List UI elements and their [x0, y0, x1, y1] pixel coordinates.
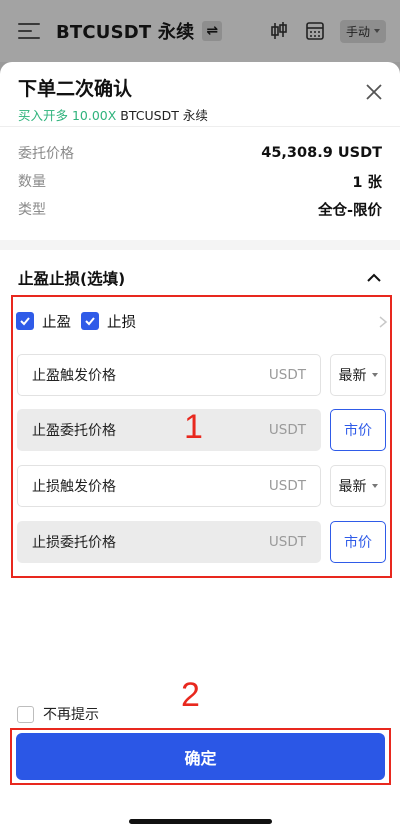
- tp-market-price-button[interactable]: 市价: [330, 409, 386, 451]
- sl-trigger-type-select[interactable]: 最新: [330, 465, 386, 507]
- info-key: 类型: [18, 202, 46, 218]
- field-placeholder: 止盈委托价格: [32, 423, 116, 439]
- field-placeholder: 止损委托价格: [32, 535, 116, 551]
- field-unit: USDT: [268, 367, 306, 383]
- calculator-icon[interactable]: [304, 20, 326, 42]
- field-placeholder: 止损触发价格: [32, 479, 116, 495]
- no-reminder-label[interactable]: 不再提示: [43, 704, 99, 724]
- chevron-right-icon[interactable]: [378, 314, 388, 328]
- no-reminder-option[interactable]: 不再提示: [17, 704, 99, 724]
- swap-icon[interactable]: ⇌: [202, 21, 223, 41]
- chevron-up-icon[interactable]: [366, 270, 382, 286]
- tp-checkbox-label[interactable]: 止盈: [42, 311, 71, 332]
- order-summary: 买入开多 10.00X BTCUSDT 永续: [18, 105, 382, 124]
- tpsl-section-title: 止盈止损(选填): [18, 270, 126, 288]
- caret-down-icon: [371, 373, 378, 377]
- field-unit: USDT: [268, 422, 306, 438]
- info-row: 委托价格 45,308.9 USDT: [18, 139, 382, 167]
- tpsl-checkbox-row: 止盈 止损: [16, 310, 146, 332]
- annotation-label-2: 2: [181, 676, 200, 714]
- info-value: 1 张: [352, 174, 382, 191]
- tp-order-price-input[interactable]: 止盈委托价格 USDT: [17, 409, 321, 451]
- confirm-button[interactable]: 确定: [16, 733, 385, 780]
- field-unit: USDT: [268, 534, 306, 550]
- candlestick-chart-icon[interactable]: [268, 20, 290, 42]
- info-key: 委托价格: [18, 146, 74, 162]
- trading-pair-title[interactable]: BTCUSDT 永续: [56, 18, 194, 44]
- tp-trigger-price-input[interactable]: 止盈触发价格 USDT: [17, 354, 321, 396]
- chevron-down-icon: [374, 29, 380, 33]
- order-confirm-sheet: 下单二次确认 买入开多 10.00X BTCUSDT 永续 委托价格 45,30…: [0, 62, 400, 833]
- tp-checkbox[interactable]: [16, 312, 34, 330]
- info-value: 45,308.9 USDT: [261, 145, 382, 161]
- close-icon[interactable]: [364, 82, 384, 102]
- caret-down-icon: [371, 484, 378, 488]
- sheet-header: 下单二次确认 买入开多 10.00X BTCUSDT 永续: [0, 62, 400, 126]
- section-divider: [0, 240, 400, 250]
- top-bar: BTCUSDT 永续 ⇌ 手动: [0, 0, 400, 62]
- info-value: 全仓-限价: [317, 202, 382, 219]
- order-side: 买入开多 10.00X: [18, 108, 117, 123]
- field-placeholder: 止盈触发价格: [32, 368, 116, 384]
- sl-trigger-price-input[interactable]: 止损触发价格 USDT: [17, 465, 321, 507]
- sheet-title: 下单二次确认: [18, 78, 133, 100]
- no-reminder-checkbox[interactable]: [17, 705, 34, 723]
- order-pair: BTCUSDT 永续: [116, 108, 208, 123]
- order-info: 委托价格 45,308.9 USDT 数量 1 张 类型 全仓-限价: [0, 126, 400, 240]
- sl-order-price-input[interactable]: 止损委托价格 USDT: [17, 521, 321, 563]
- sl-market-price-button[interactable]: 市价: [330, 521, 386, 563]
- menu-icon[interactable]: [18, 23, 40, 39]
- field-unit: USDT: [268, 478, 306, 494]
- info-key: 数量: [18, 174, 46, 190]
- sl-checkbox-label[interactable]: 止损: [107, 311, 136, 332]
- annotation-label-1: 1: [184, 408, 203, 446]
- info-row: 类型 全仓-限价: [18, 195, 382, 223]
- select-value: 最新: [338, 368, 367, 384]
- mode-dropdown[interactable]: 手动: [339, 19, 386, 43]
- select-value: 最新: [338, 479, 367, 495]
- info-row: 数量 1 张: [18, 167, 382, 195]
- sl-checkbox[interactable]: [81, 312, 99, 330]
- tp-trigger-type-select[interactable]: 最新: [330, 354, 386, 396]
- mode-label: 手动: [345, 24, 370, 39]
- home-indicator: [129, 819, 272, 824]
